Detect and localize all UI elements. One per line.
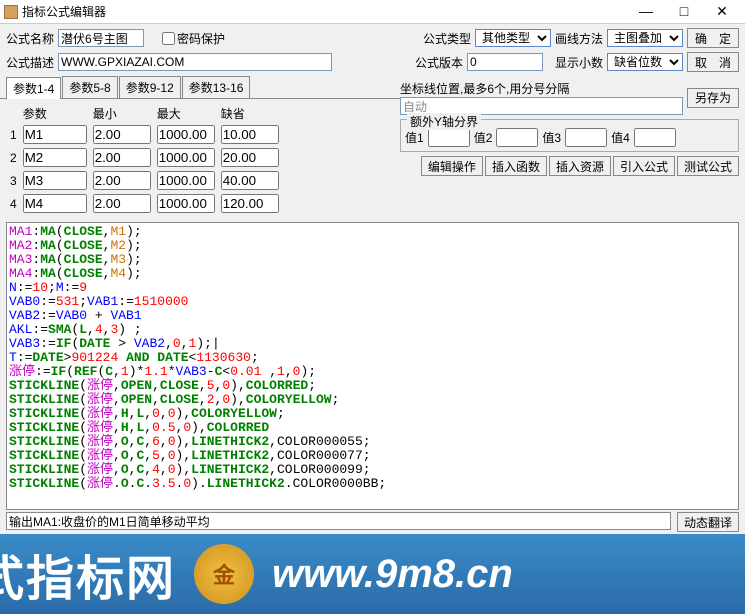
param-name-input[interactable] [23,125,87,144]
param-def-input[interactable] [221,171,279,190]
param-min-input[interactable] [93,194,151,213]
version-input[interactable] [467,53,543,71]
v4-input[interactable] [634,128,676,147]
param-def-input[interactable] [221,194,279,213]
password-label: 密码保护 [177,30,225,47]
default-header: 缺省 [219,105,281,122]
tab-params-9-12[interactable]: 参数9-12 [119,76,181,98]
type-select[interactable]: 其他类型 [475,29,551,47]
table-row: 3 [8,170,281,191]
tab-params-1-4[interactable]: 参数1-4 [6,77,61,99]
param-max-input[interactable] [157,148,215,167]
param-name-input[interactable] [23,148,87,167]
drawmethod-select[interactable]: 主图叠加 [607,29,683,47]
status-output[interactable] [6,512,671,530]
table-row: 1 [8,124,281,145]
tab-params-5-8[interactable]: 参数5-8 [62,76,117,98]
param-max-input[interactable] [157,194,215,213]
param-name-input[interactable] [23,194,87,213]
test-button[interactable]: 测试公式 [677,156,739,176]
extra-y-legend: 额外Y轴分界 [407,113,481,130]
extra-y-group: 额外Y轴分界 值1 值2 值3 值4 [400,119,739,152]
param-min-input[interactable] [93,148,151,167]
app-icon [4,5,18,19]
window-title: 指标公式编辑器 [22,3,627,20]
password-checkbox[interactable] [162,32,175,45]
param-min-input[interactable] [93,125,151,144]
name-label: 公式名称 [6,30,54,47]
banner-chinese: 式指标网 [0,539,176,609]
type-label: 公式类型 [423,30,471,47]
banner-url: www.9m8.cn [272,552,513,597]
cancel-button[interactable]: 取 消 [687,52,739,72]
editop-button[interactable]: 编辑操作 [421,156,483,176]
table-row: 4 [8,193,281,214]
param-def-input[interactable] [221,148,279,167]
confirm-button[interactable]: 确 定 [687,28,739,48]
dynamic-translate-button[interactable]: 动态翻译 [677,512,739,532]
tab-params-13-16[interactable]: 参数13-16 [182,76,251,98]
decimals-label: 显示小数 [555,54,603,71]
drawmethod-label: 画线方法 [555,30,603,47]
param-name-input[interactable] [23,171,87,190]
param-min-input[interactable] [93,171,151,190]
code-editor[interactable]: MA1:MA(CLOSE,M1); MA2:MA(CLOSE,M2); MA3:… [6,222,739,510]
param-max-input[interactable] [157,171,215,190]
param-table: 参数 最小 最大 缺省 1 2 [6,103,283,216]
minimize-button[interactable]: — [627,1,665,23]
insfunc-button[interactable]: 插入函数 [485,156,547,176]
param-header: 参数 [21,105,89,122]
import-button[interactable]: 引入公式 [613,156,675,176]
axispos-label: 坐标线位置,最多6个,用分号分隔 [400,80,683,97]
version-label: 公式版本 [415,54,463,71]
v2-input[interactable] [496,128,538,147]
v1-input[interactable] [428,128,470,147]
desc-label: 公式描述 [6,54,54,71]
desc-input[interactable] [58,53,332,71]
banner-seal-icon: 金 [194,544,254,604]
maximize-button[interactable]: □ [665,1,703,23]
decimals-select[interactable]: 缺省位数 [607,53,683,71]
name-input[interactable] [58,29,144,47]
insres-button[interactable]: 插入资源 [549,156,611,176]
min-header: 最小 [91,105,153,122]
close-button[interactable]: ✕ [703,1,741,23]
table-row: 2 [8,147,281,168]
param-max-input[interactable] [157,125,215,144]
param-def-input[interactable] [221,125,279,144]
watermark-banner: 式指标网 金 www.9m8.cn [0,534,745,614]
max-header: 最大 [155,105,217,122]
saveas-button[interactable]: 另存为 [687,88,739,108]
v3-input[interactable] [565,128,607,147]
